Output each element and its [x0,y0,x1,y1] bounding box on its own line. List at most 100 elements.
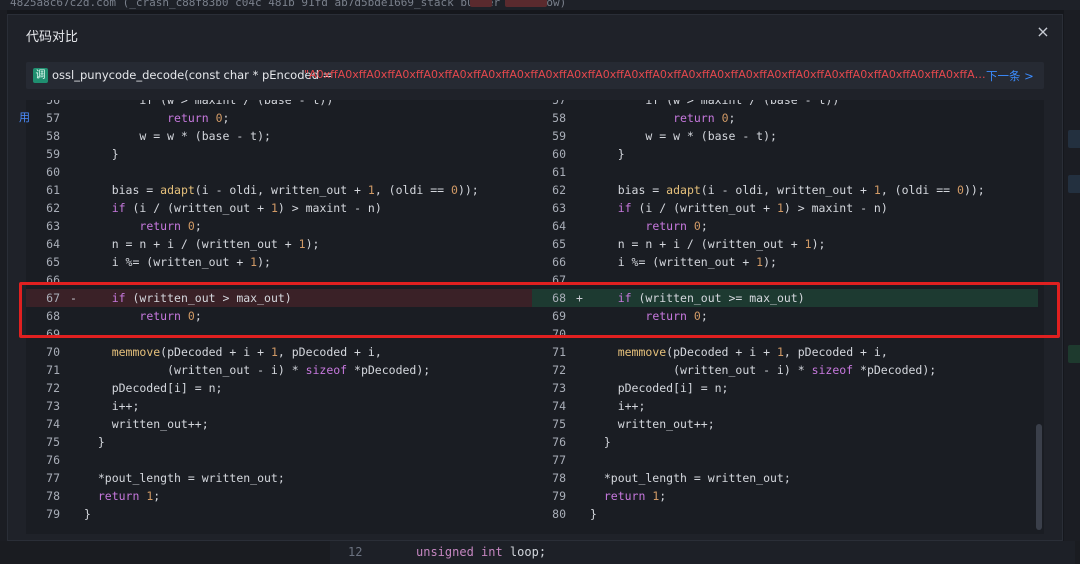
diff-row: 70 memmove(pDecoded + i + 1, pDecoded + … [26,343,532,361]
code-token: } [84,147,119,161]
line-number: 72 [46,381,60,395]
code-keyword: return [673,111,715,125]
code-token: written_out++; [84,417,209,431]
background-code-text: unsigned int loop; [416,545,546,559]
code-token: } [590,507,597,521]
line-number: 77 [46,471,60,485]
code-token: )); [963,183,985,197]
diff-row: 65 i %= (written_out + 1); [26,253,532,271]
line-number: 77 [552,453,566,467]
diff-row: 65 n = n + i / (written_out + 1); [532,235,1038,253]
code-token: bias = [84,183,161,197]
code-text: (written_out - i) * sizeof *pDecoded); [84,361,430,379]
line-number: 72 [552,363,566,377]
code-number: 0 [215,111,223,125]
code-token: (i - oldi, written_out + [194,183,368,197]
background-tag [470,0,492,7]
line-number: 58 [552,111,566,125]
code-text: pDecoded[i] = n; [84,379,223,397]
code-keyword: return [97,489,140,503]
diff-row: 79 return 1; [532,487,1038,505]
code-token: (written_out - i) * [590,363,812,377]
code-token: (written_out - i) * [84,363,306,377]
code-token: n = n + i / (written_out + [84,237,299,251]
code-token: i++; [84,399,140,413]
diff-row: 73 i++; [26,397,532,415]
overlap-label: 用 [19,111,30,124]
code-function: adapt [160,183,195,197]
diff-row: 64 return 0; [532,217,1038,235]
code-number: 1 [804,237,812,251]
line-number: 57 [46,111,60,125]
code-text: i %= (written_out + 1); [84,253,271,271]
code-text: } [590,505,597,523]
code-keyword: return [139,219,181,233]
code-keyword: if [617,201,632,215]
background-code-keyword: unsigned int [416,545,503,559]
diff-row: 79} [26,505,532,523]
line-number: 73 [46,399,60,413]
code-text: bias = adapt(i - oldi, written_out + 1, … [590,181,985,199]
code-function: memmove [617,345,667,359]
line-number: 66 [552,255,566,269]
line-number: 62 [46,201,60,215]
vertical-scrollbar[interactable] [1036,424,1042,530]
diff-row: 80} [532,505,1038,523]
code-token: n = n + i / (written_out + [590,237,805,251]
modal-title: 代码对比 [26,30,79,45]
code-text: } [84,505,91,523]
code-token: pDecoded[i] = n; [590,381,729,395]
code-token: ) > maxint - n) [277,201,382,215]
code-token: written_out++; [590,417,715,431]
function-badge: 调 [33,68,48,83]
line-number: 80 [552,507,566,521]
function-header-bar: 调 ossl_punycode_decode(const char * pEnc… [26,62,1044,89]
code-token: ; [700,219,708,233]
code-keyword: return [645,219,687,233]
code-number: 0 [187,219,195,233]
code-text: i++; [84,397,140,415]
line-number: 59 [46,147,60,161]
code-token: bias = [590,183,667,197]
line-number: 79 [552,489,566,503]
line-number: 71 [46,363,60,377]
line-number: 71 [552,345,566,359]
diff-row: 56 if (w > maxint / (base - t)) [26,100,532,109]
diff-row: 74 i++; [532,397,1038,415]
code-token: , pDecoded + i, [277,345,382,359]
code-keyword: return [167,111,209,125]
next-item-button[interactable]: 下一条 > [986,68,1034,84]
code-text: memmove(pDecoded + i + 1, pDecoded + i, [84,343,382,361]
code-text: if (i / (written_out + 1) > maxint - n) [84,199,382,217]
code-number: 1 [367,183,375,197]
close-icon[interactable]: × [1034,23,1052,41]
diff-row: 78 return 1; [26,487,532,505]
code-token: ); [257,255,271,269]
code-text: memmove(pDecoded + i + 1, pDecoded + i, [590,343,888,361]
code-number: 1 [776,345,784,359]
line-number: 63 [46,219,60,233]
line-number: 74 [46,417,60,431]
code-token: i++; [590,399,646,413]
diff-row: 77 *pout_length = written_out; [26,469,532,487]
diff-row: 64 n = n + i / (written_out + 1); [26,235,532,253]
code-token: } [84,435,105,449]
diff-row: 60 [26,163,532,181]
line-number: 64 [46,237,60,251]
code-token: ; [153,489,161,503]
code-number: 0 [721,111,729,125]
background-line-number: 12 [348,545,363,559]
code-keyword: return [603,489,646,503]
diff-row: 76 } [532,433,1038,451]
diff-row: 74 written_out++; [26,415,532,433]
line-number: 59 [552,129,566,143]
background-code-strip: 12 unsigned int loop; [0,541,1080,564]
line-number: 63 [552,201,566,215]
code-text: if (w > maxint / (base - t)) [590,100,839,109]
code-text: return 0; [84,217,201,235]
